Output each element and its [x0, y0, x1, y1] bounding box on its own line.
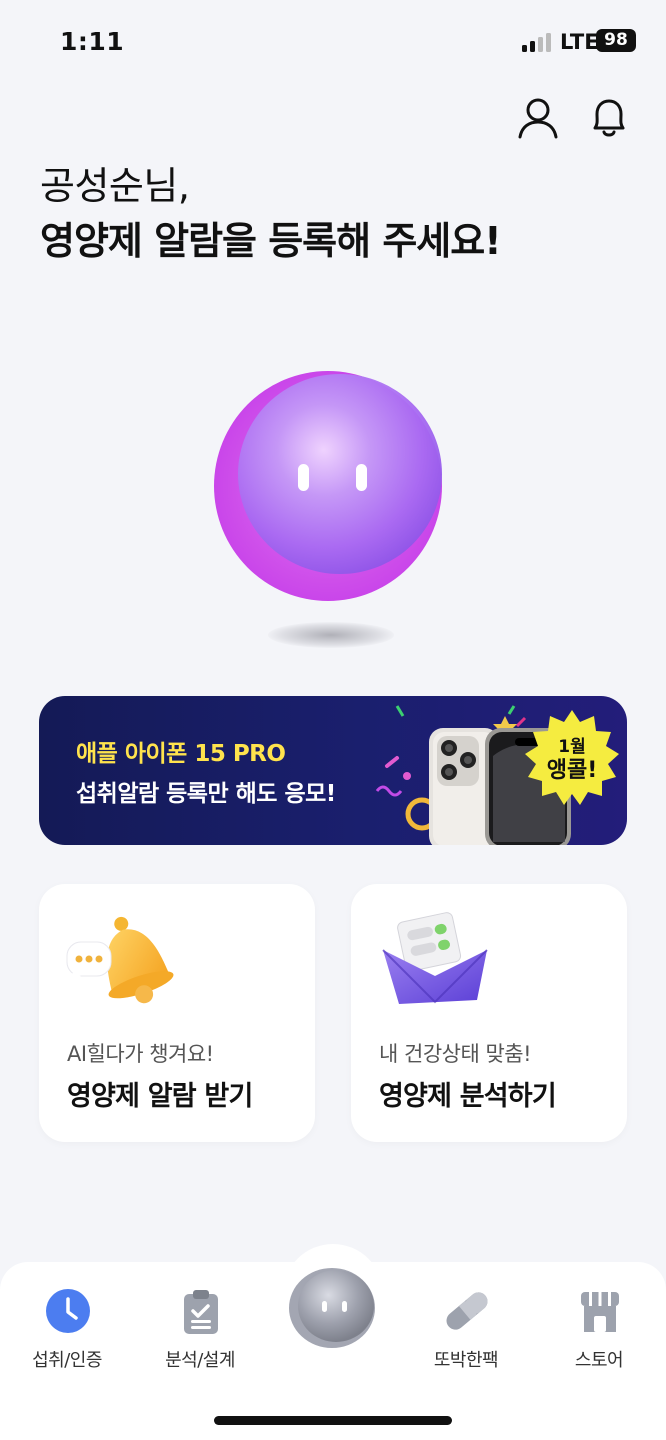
nav-item-character[interactable] [289, 1266, 379, 1350]
card-subtitle: 내 건강상태 맞춤! [379, 1042, 532, 1066]
pill-icon [446, 1292, 488, 1330]
nav-label: 또박한팩 [433, 1350, 499, 1371]
nav-label: 섭취/인증 [32, 1350, 102, 1371]
clipboard-icon [184, 1290, 218, 1334]
status-time: 1:11 [60, 27, 125, 56]
card-title: 영양제 알람 받기 [67, 1081, 253, 1112]
clock-icon [46, 1289, 90, 1333]
nav-label: 스토어 [574, 1350, 624, 1371]
badge-encore: 앵콜! [546, 758, 598, 783]
card-subtitle: AI힐다가 챙겨요! [67, 1042, 214, 1066]
nav-label: 분석/설계 [165, 1350, 235, 1371]
user-name: 공성순님, [40, 164, 190, 208]
card-title: 영양제 분석하기 [379, 1081, 557, 1112]
greeting: 공성순님, 영양제 알람을 등록해 주세요! [40, 160, 502, 270]
analysis-card[interactable]: 내 건강상태 맞춤! 영양제 분석하기 [351, 884, 627, 1142]
nav-item-intake[interactable]: 섭취/인증 [12, 1284, 122, 1374]
bell-chat-icon [66, 916, 174, 1004]
network-type: LTE [560, 30, 599, 54]
store-icon [581, 1292, 619, 1332]
envelope-pills-icon [382, 912, 488, 1004]
alarm-card[interactable]: AI힐다가 챙겨요! 영양제 알람 받기 [39, 884, 315, 1142]
home-indicator[interactable] [214, 1416, 452, 1425]
notification-bell-icon[interactable] [587, 96, 631, 140]
nav-item-store[interactable]: 스토어 [544, 1284, 654, 1374]
nav-item-analysis[interactable]: 분석/설계 [145, 1284, 255, 1374]
status-bar: 1:11 LTE 98 [0, 0, 666, 84]
nav-item-pack[interactable]: 또박한팩 [411, 1284, 521, 1374]
battery-icon: 98 [596, 29, 636, 52]
character-icon [289, 1268, 375, 1348]
greeting-message: 영양제 알람을 등록해 주세요! [40, 219, 502, 263]
character-mascot[interactable] [212, 364, 448, 604]
banner-title: 애플 아이폰 15 PRO [76, 741, 286, 767]
character-shadow [268, 622, 394, 648]
banner-subtitle: 섭취알람 등록만 해도 응모! [76, 781, 336, 807]
profile-icon[interactable] [516, 96, 560, 140]
signal-icon [522, 32, 552, 52]
promo-badge: 1월 앵콜! [520, 706, 624, 810]
